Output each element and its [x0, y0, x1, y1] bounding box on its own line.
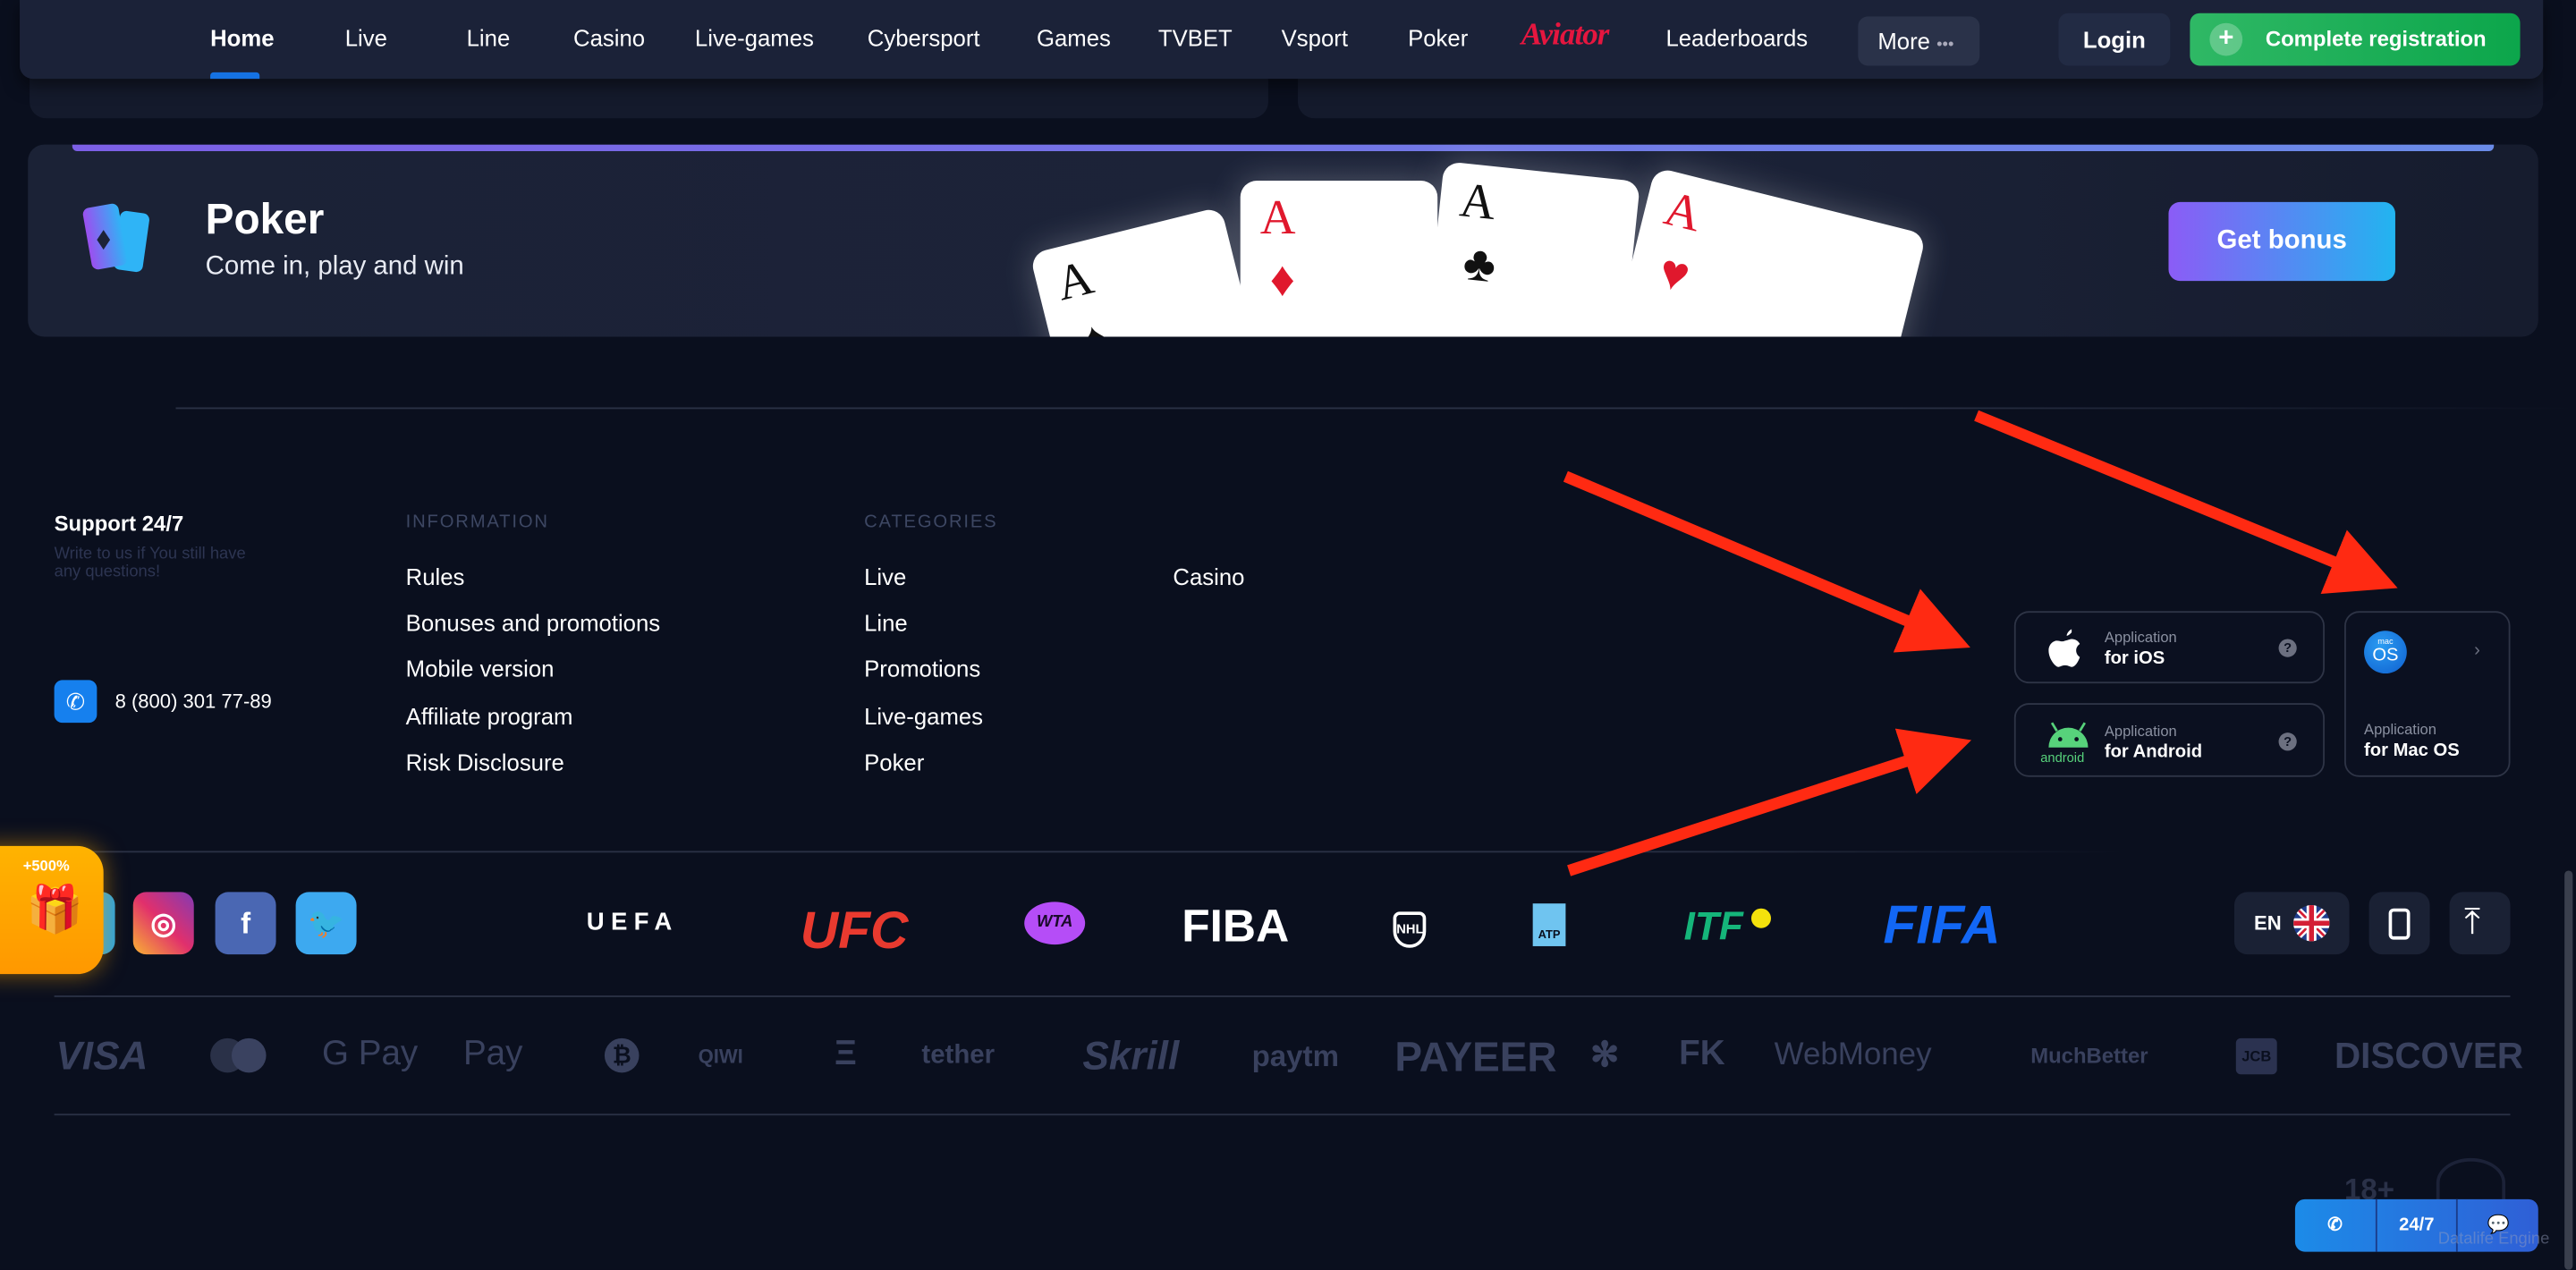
- red-arrow-ios: [1563, 470, 1970, 653]
- red-arrow-macos: [1974, 410, 2398, 594]
- red-arrow-android: [1567, 728, 1972, 876]
- annotation-arrows: [1563, 410, 2398, 876]
